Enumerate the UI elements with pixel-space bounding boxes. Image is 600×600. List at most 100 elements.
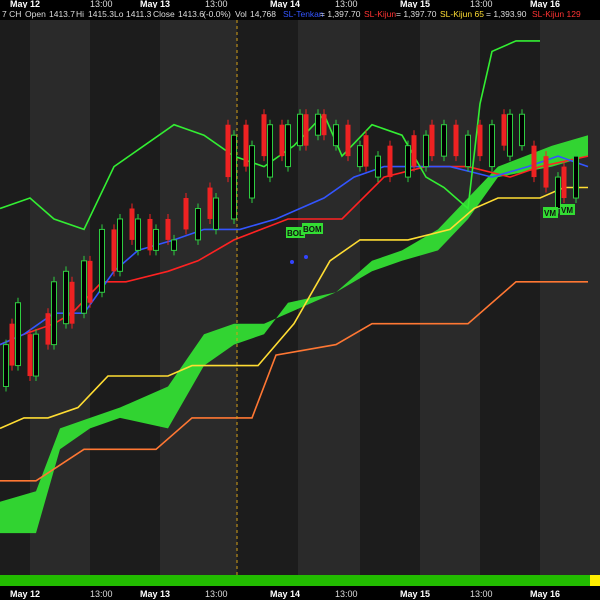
- header-vol-label: Vol: [235, 9, 247, 19]
- up-candle-body: [423, 134, 429, 168]
- down-candle-body: [69, 281, 75, 324]
- down-candle-body: [501, 114, 507, 146]
- top-axis-tick-label: 13:00: [470, 0, 493, 9]
- top-axis-tick-label: May 12: [10, 0, 40, 9]
- up-candle-body: [171, 239, 177, 251]
- down-candle-body: [429, 124, 435, 157]
- bottom-axis-tick-label: 13:00: [205, 589, 228, 599]
- legend-kijun-name: SL-Kijun: [364, 9, 396, 19]
- down-candle-body: [165, 218, 171, 240]
- session-band: [237, 0, 298, 600]
- legend-kijun129-name: SL-Kijun 129: [532, 9, 581, 19]
- session-band: [540, 0, 600, 600]
- legend-tenkan-value: = 1,397.70: [320, 9, 361, 19]
- session-band: [420, 0, 480, 600]
- bottom-axis-tick-label: 13:00: [470, 589, 493, 599]
- header-low-label: Lo: [114, 9, 124, 19]
- down-candle-body: [129, 208, 135, 240]
- annotation-vm-2: VM: [561, 206, 573, 215]
- header-vol: 14,768: [250, 9, 276, 19]
- up-candle-body: [285, 124, 291, 168]
- legend-kijun-number: 1,397.70: [403, 9, 436, 19]
- down-candle-body: [45, 313, 51, 345]
- legend-kijun65-value: = 1,393.90: [486, 9, 527, 19]
- down-candle-body: [543, 156, 549, 188]
- down-candle-body: [387, 145, 393, 178]
- legend-kijun-eq: =: [396, 9, 403, 19]
- up-candle-body: [117, 218, 123, 272]
- up-candle-body: [465, 134, 471, 168]
- bottom-axis-tick-label: May 12: [10, 589, 40, 599]
- down-candle-body: [363, 135, 369, 167]
- up-candle-body: [195, 207, 201, 241]
- up-candle-body: [231, 134, 237, 220]
- up-candle-body: [15, 302, 21, 367]
- header-open: 1413.7: [49, 9, 75, 19]
- header-info: 7 CH Open 1413.7 Hi 1415.3 Lo 1411.3 Clo…: [0, 8, 600, 20]
- top-axis-tick-label: May 13: [140, 0, 170, 9]
- down-candle-body: [477, 124, 483, 157]
- session-band: [90, 0, 160, 600]
- top-time-axis: May 12 13:00 May 13 13:00 May 14 13:00 May 15 1…: [0, 0, 600, 9]
- up-candle-body: [375, 155, 381, 178]
- header-symbol: 7 CH: [2, 9, 21, 19]
- legend-kijun65-name: SL-Kijun 65: [440, 9, 484, 19]
- up-candle-body: [63, 270, 69, 325]
- header-change: (-0.0%): [203, 9, 231, 19]
- down-candle-body: [453, 124, 459, 157]
- legend-tenkan-eq: =: [320, 9, 327, 19]
- bottom-axis-tick-label: May 13: [140, 589, 170, 599]
- top-axis-tick-label: 13:00: [335, 0, 358, 9]
- annotation-bom: BOM: [303, 225, 322, 234]
- ichimoku-chart[interactable]: May 12 13:00 May 13 13:00 May 14 13:00 May 15 1…: [0, 0, 600, 600]
- header-low: 1411.3: [126, 9, 152, 19]
- top-axis-tick-label: 13:00: [90, 0, 113, 9]
- down-candle-body: [207, 187, 213, 219]
- up-candle-body: [405, 145, 411, 178]
- bottom-status-bar: [0, 575, 600, 586]
- down-candle-body: [9, 323, 15, 366]
- down-candle-body: [87, 260, 93, 303]
- signal-dot-2: [304, 255, 308, 259]
- header-open-label: Open: [25, 9, 46, 19]
- header-high: 1415.3: [88, 9, 114, 19]
- down-candle-body: [279, 124, 285, 157]
- bottom-status-marker: [590, 575, 600, 586]
- up-candle-body: [441, 124, 447, 157]
- down-candle-body: [321, 114, 327, 136]
- up-candle-body: [297, 113, 303, 147]
- up-candle-body: [51, 281, 57, 346]
- up-candle-body: [33, 333, 39, 377]
- up-candle-body: [555, 176, 561, 209]
- top-axis-tick-label: May 15: [400, 0, 430, 9]
- session-band: [360, 0, 420, 600]
- header-high-label: Hi: [76, 9, 84, 19]
- up-candle-body: [333, 124, 339, 147]
- top-axis-tick-label: May 16: [530, 0, 560, 9]
- up-candle-body: [3, 344, 9, 388]
- bottom-axis-tick-label: May 14: [270, 589, 300, 599]
- legend-kijun-value: = 1,397.70: [396, 9, 437, 19]
- up-candle-body: [81, 260, 87, 314]
- header-close-label: Close: [153, 9, 175, 19]
- annotation-bol: BOL: [287, 229, 304, 238]
- down-candle-body: [345, 124, 351, 157]
- up-candle-body: [153, 228, 159, 251]
- down-candle-body: [147, 218, 153, 251]
- annotation-vm-1: VM: [544, 209, 556, 218]
- legend-tenkan-number: 1,397.70: [327, 9, 360, 19]
- down-candle-body: [183, 198, 189, 230]
- bottom-axis-tick-label: May 15: [400, 589, 430, 599]
- down-candle-body: [531, 145, 537, 178]
- bottom-axis-tick-label: May 16: [530, 589, 560, 599]
- up-candle-body: [315, 113, 321, 136]
- header-close: 1413.6: [178, 9, 204, 19]
- bottom-axis-tick-label: 13:00: [90, 589, 113, 599]
- up-candle-body: [135, 218, 141, 251]
- down-candle-body: [225, 124, 231, 178]
- top-axis-tick-label: 13:00: [205, 0, 228, 9]
- down-candle-body: [261, 114, 267, 157]
- down-candle-body: [303, 114, 309, 146]
- down-candle-body: [27, 334, 33, 377]
- up-candle-body: [213, 197, 219, 230]
